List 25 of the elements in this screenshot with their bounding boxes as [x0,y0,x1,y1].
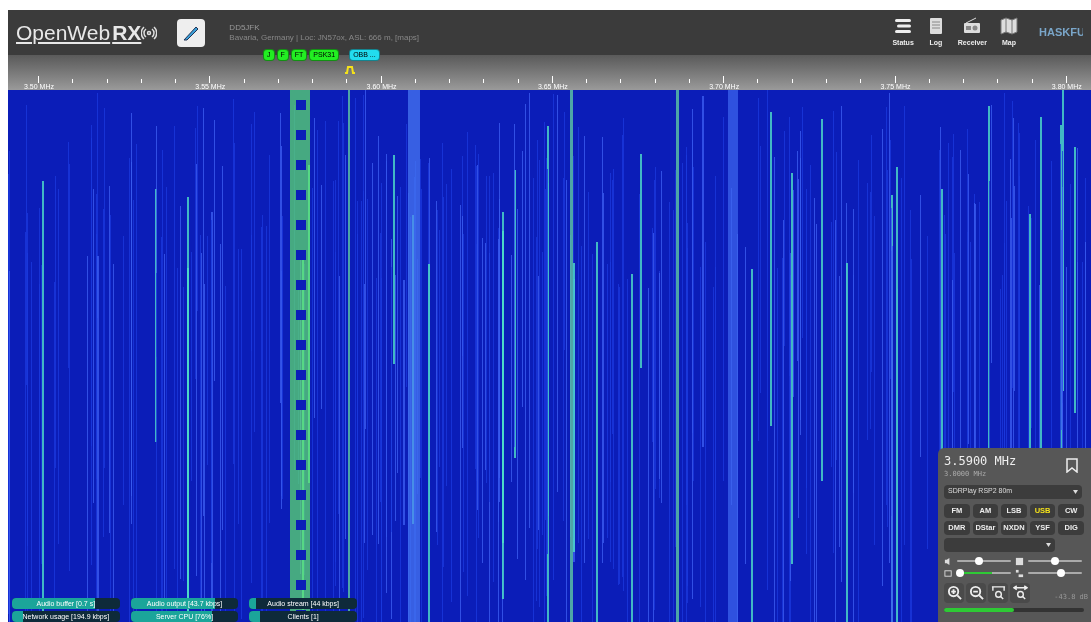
agc-slider[interactable] [1028,569,1082,577]
bookmark-icon[interactable] [1066,458,1078,473]
zoom-fit-button[interactable] [988,582,1008,603]
squelch-slider[interactable] [957,569,1011,577]
logo-text[interactable]: OpenWebRX [16,16,142,49]
squelch-icon [944,568,953,578]
receiver-callsign: DD5JFK [229,22,261,33]
passband-icon [344,65,356,74]
zoom-in-button[interactable] [944,582,964,603]
map-icon [999,16,1019,37]
nr-slider[interactable] [1028,557,1082,565]
zoom-out-button[interactable] [966,582,986,603]
zoom-center-button[interactable] [1010,582,1030,603]
slider-thumb[interactable] [1051,557,1059,565]
tuned-frequency[interactable]: 3.5900 MHz [944,454,1017,469]
agc-icon [1015,568,1024,578]
caret-icon [1046,542,1052,547]
radio-waves-icon [141,24,158,41]
caret-icon [1073,489,1078,494]
slider-thumb[interactable] [974,557,983,565]
slider-thumb[interactable] [955,569,964,577]
volume-slider[interactable] [957,557,1011,565]
receiver-location: Bavaria, Germany | Loc: JN57ox, ASL: 666 m, [maps] [229,32,420,43]
slider-thumb[interactable] [1057,569,1066,577]
nr-icon [1015,556,1024,566]
